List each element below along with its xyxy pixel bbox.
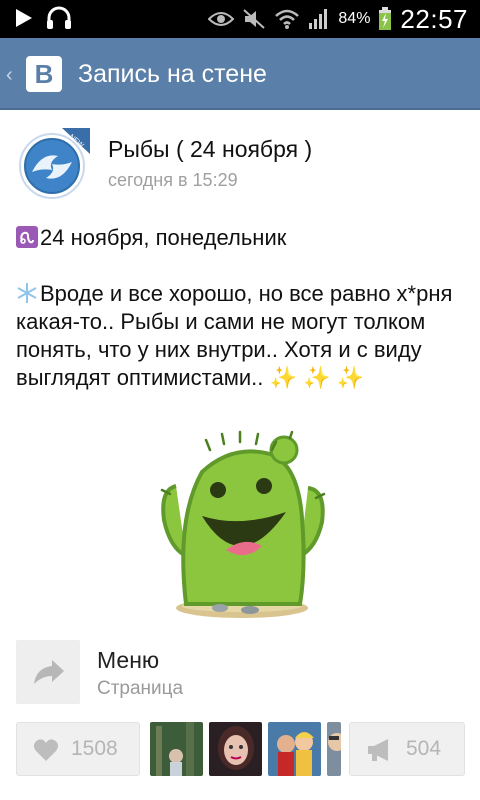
sparkles-icon: ✨ ✨ ✨	[263, 365, 364, 390]
liker-avatar[interactable]	[150, 722, 203, 776]
wifi-icon	[275, 9, 300, 29]
share-button[interactable]: 504	[349, 722, 465, 776]
status-bar: 84% 22:57	[0, 0, 480, 38]
eye-icon	[208, 12, 235, 26]
heart-icon	[33, 739, 59, 761]
leo-sign-icon	[16, 226, 38, 248]
snowflake-icon	[16, 282, 38, 304]
post-date-text: 24 ноября, понедельник	[40, 225, 287, 250]
megaphone-icon	[368, 739, 388, 761]
mute-icon	[243, 9, 266, 29]
likers-list	[150, 722, 341, 776]
headphones-icon	[47, 6, 71, 29]
post-author[interactable]: Рыбы ( 24 ноября )	[108, 136, 312, 163]
liker-avatar[interactable]	[268, 722, 321, 776]
post-body-text: Вроде и все хорошо, но все равно х*рня к…	[16, 281, 453, 390]
vk-logo[interactable]: B	[26, 56, 62, 92]
liker-avatar[interactable]	[209, 722, 262, 776]
attachment-subtitle: Страница	[97, 678, 184, 699]
liker-avatar[interactable]	[327, 722, 341, 776]
play-icon	[16, 9, 32, 27]
author-avatar[interactable]: NEW	[18, 128, 90, 200]
attachment-title[interactable]: Меню	[97, 647, 159, 674]
battery-charging-icon	[379, 7, 392, 30]
post-body: Вроде и все хорошо, но все равно х*рня к…	[16, 280, 471, 392]
battery-percent: 84%	[338, 10, 371, 27]
share-count: 504	[406, 737, 442, 760]
cactus-sticker[interactable]	[140, 428, 340, 628]
action-bar: ‹ B Запись на стене	[0, 38, 480, 110]
page-title: Запись на стене	[78, 60, 267, 88]
like-button[interactable]: 1508	[16, 722, 140, 776]
clock: 22:57	[400, 3, 468, 34]
like-count: 1508	[71, 737, 118, 760]
share-arrow-icon[interactable]	[16, 640, 80, 704]
post-date-line: 24 ноября, понедельник	[16, 224, 286, 252]
post-time: сегодня в 15:29	[108, 170, 238, 190]
back-chevron-icon[interactable]: ‹	[6, 64, 13, 87]
signal-icon	[309, 9, 328, 29]
